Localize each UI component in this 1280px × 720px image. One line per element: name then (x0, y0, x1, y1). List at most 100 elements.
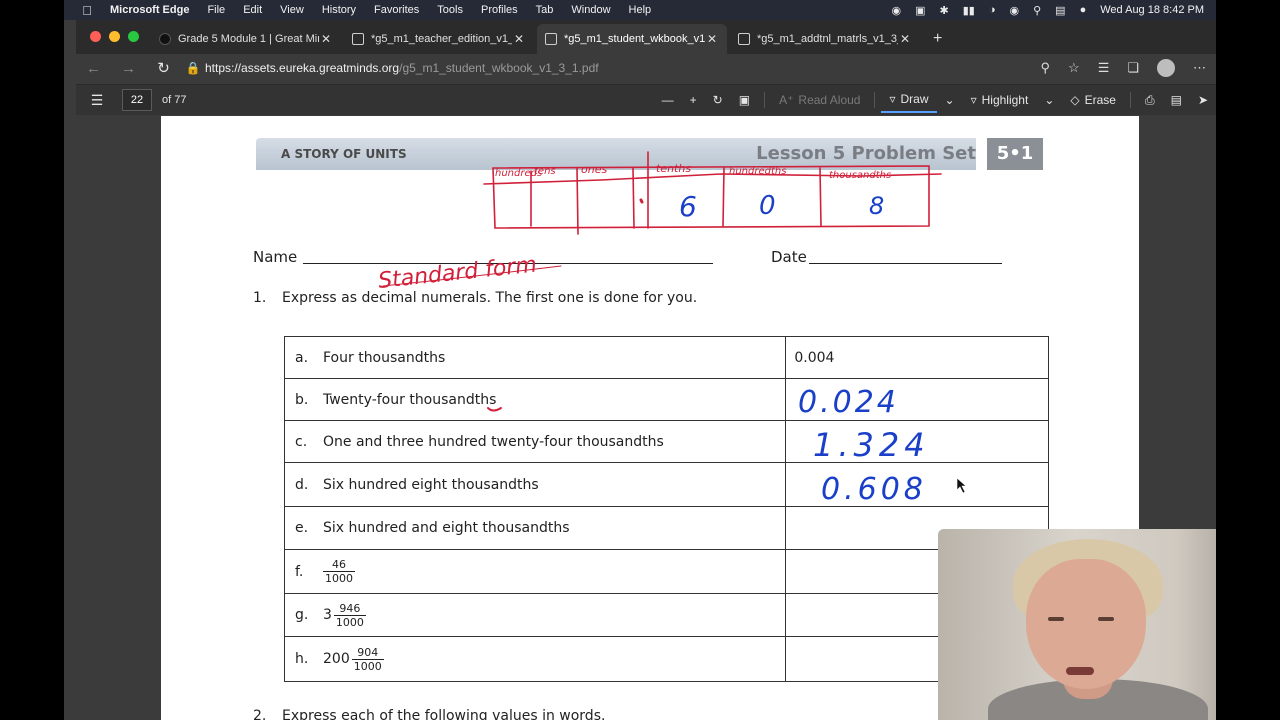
tab-great-minds[interactable]: Grade 5 Module 1 | Great Minds ✕ (151, 24, 341, 54)
tab-title: *g5_m1_student_wkbook_v1_3 (564, 33, 705, 45)
answer-b: 0.024 (798, 385, 899, 420)
answer-c: 1.324 (813, 426, 930, 464)
close-tab-icon[interactable]: ✕ (705, 32, 719, 46)
read-aloud-button[interactable]: A⁺ Read Aloud (771, 93, 868, 107)
menu-clock[interactable]: Wed Aug 18 8:42 PM (1100, 4, 1204, 16)
favorite-star-icon[interactable]: ☆ (1068, 60, 1080, 76)
menu-history[interactable]: History (313, 4, 365, 16)
tab-student-workbook[interactable]: *g5_m1_student_wkbook_v1_3 ✕ (537, 24, 727, 54)
fit-page-icon[interactable]: ▣ (731, 93, 758, 107)
spotlight-search-icon[interactable]: ⚲ (1033, 4, 1041, 17)
read-aloud-icon: A⁺ (779, 93, 794, 107)
read-aloud-label: Read Aloud (798, 93, 861, 107)
erase-button[interactable]: ◇ Erase (1062, 93, 1124, 107)
address-actions: ⚲ ☆ ☰ ❏ ⋯ (1041, 59, 1217, 77)
url-path: /g5_m1_student_wkbook_v1_3_1.pdf (399, 61, 599, 75)
battery-icon[interactable]: ▮▮ (963, 4, 975, 17)
answer-d: 0.608 (821, 472, 927, 507)
close-tab-icon[interactable]: ✕ (898, 32, 912, 46)
decimal-point-mark (639, 198, 644, 204)
tab-title: *g5_m1_addtnl_matrls_v1_3_1 (757, 33, 898, 45)
wifi-icon[interactable]: ◑ (989, 4, 996, 16)
refresh-icon[interactable]: ↻ (146, 59, 181, 77)
highlighter-icon: ▿ (970, 93, 977, 107)
place-header: thousandths (829, 170, 891, 181)
menu-tab[interactable]: Tab (527, 4, 563, 16)
save-icon[interactable]: ▤ (1163, 93, 1190, 107)
menu-tools[interactable]: Tools (428, 4, 472, 16)
page-number-input[interactable]: 22 (122, 89, 152, 111)
menu-edit[interactable]: Edit (234, 4, 271, 16)
more-options-icon[interactable]: ⋯ (1193, 60, 1206, 76)
forward-arrow-icon[interactable]: → (111, 60, 146, 77)
menu-window[interactable]: Window (562, 4, 619, 16)
draw-options-chevron-icon[interactable]: ⌄ (937, 93, 963, 107)
screen-share-icon[interactable]: ▣ (915, 4, 925, 17)
zoom-out-button[interactable]: — (654, 93, 682, 107)
pdf-file-icon (738, 33, 750, 45)
place-digit-thousandths: 8 (869, 192, 884, 220)
place-header: ones (581, 163, 607, 176)
favorites-list-icon[interactable]: ☰ (1098, 60, 1110, 76)
desktop:  Microsoft Edge File Edit View History … (64, 0, 1216, 720)
zoom-icon[interactable]: ⚲ (1041, 60, 1051, 76)
eraser-icon: ◇ (1070, 93, 1080, 107)
tab-additional-materials[interactable]: *g5_m1_addtnl_matrls_v1_3_1 ✕ (730, 24, 920, 54)
print-icon[interactable]: ⎙ (1137, 93, 1163, 108)
menu-help[interactable]: Help (620, 4, 661, 16)
webcam-overlay (938, 529, 1216, 720)
control-center-icon[interactable]: ▤ (1055, 4, 1065, 17)
lock-icon[interactable]: 🔒 (181, 61, 205, 75)
bluetooth-icon[interactable]: ✱ (940, 4, 949, 17)
webcam-person-mouth (1066, 667, 1094, 675)
menu-file[interactable]: File (198, 4, 234, 16)
close-tab-icon[interactable]: ✕ (512, 32, 526, 46)
record-icon[interactable]: ◉ (892, 4, 902, 17)
app-menu[interactable]: Microsoft Edge (110, 4, 198, 16)
highlight-options-chevron-icon[interactable]: ⌄ (1036, 93, 1062, 107)
new-tab-button[interactable]: + (923, 30, 952, 54)
screen:  Microsoft Edge File Edit View History … (0, 0, 1280, 720)
highlight-label: Highlight (981, 93, 1029, 107)
th-underline-mark (487, 407, 502, 412)
draw-pen-icon: ▿ (889, 92, 896, 106)
place-digit-hundredths: 0 (759, 191, 776, 221)
pin-toolbar-icon[interactable]: ➤ (1190, 93, 1216, 107)
tab-title: Grade 5 Module 1 | Great Minds (178, 33, 319, 45)
page-total: of 77 (162, 94, 187, 106)
zoom-window-button[interactable] (128, 31, 139, 42)
close-window-button[interactable] (90, 31, 101, 42)
place-header: tens (534, 166, 556, 177)
place-digit-tenths: 6 (679, 190, 697, 223)
minimize-window-button[interactable] (109, 31, 120, 42)
close-tab-icon[interactable]: ✕ (319, 32, 333, 46)
user-icon[interactable]: ◉ (1010, 4, 1020, 17)
menu-view[interactable]: View (271, 4, 313, 16)
draw-label: Draw (900, 92, 929, 106)
menu-favorites[interactable]: Favorites (365, 4, 428, 16)
rotate-icon[interactable]: ↻ (705, 93, 731, 107)
site-favicon-icon (159, 33, 171, 45)
webcam-person-eye (1098, 617, 1114, 621)
collections-icon[interactable]: ❏ (1127, 60, 1139, 76)
table-of-contents-icon[interactable]: ☰ (76, 92, 118, 109)
pdf-file-icon (352, 33, 364, 45)
status-area: ◉ ▣ ✱ ▮▮ ◑ ◉ ⚲ ▤ ● Wed Aug 18 8:42 PM (892, 0, 1205, 20)
zoom-in-button[interactable]: + (682, 93, 705, 107)
highlight-button[interactable]: ▿ Highlight (963, 93, 1037, 107)
menu-profiles[interactable]: Profiles (472, 4, 527, 16)
place-header: hundredths (729, 166, 786, 177)
draw-button[interactable]: ▿ Draw (881, 87, 937, 113)
url-field[interactable]: https://assets.eureka.greatminds.org/g5_… (205, 61, 1041, 75)
standard-form-note: Standard form (377, 252, 538, 293)
apple-icon[interactable]:  (64, 3, 110, 18)
url-host: https://assets.eureka.greatminds.org (205, 61, 400, 75)
siri-icon[interactable]: ● (1080, 4, 1087, 16)
erase-label: Erase (1084, 93, 1116, 107)
mouse-cursor-icon (956, 477, 967, 494)
pdf-toolbar: ☰ 22 of 77 — + ↻ ▣ A⁺ Read Aloud ▿ Draw ⌄ … (76, 84, 1216, 115)
profile-avatar-icon[interactable] (1157, 59, 1175, 77)
tab-teacher-edition[interactable]: *g5_m1_teacher_edition_v1_3 ✕ (344, 24, 534, 54)
back-arrow-icon[interactable]: ← (76, 60, 111, 77)
macos-menu-bar:  Microsoft Edge File Edit View History … (64, 0, 1216, 20)
